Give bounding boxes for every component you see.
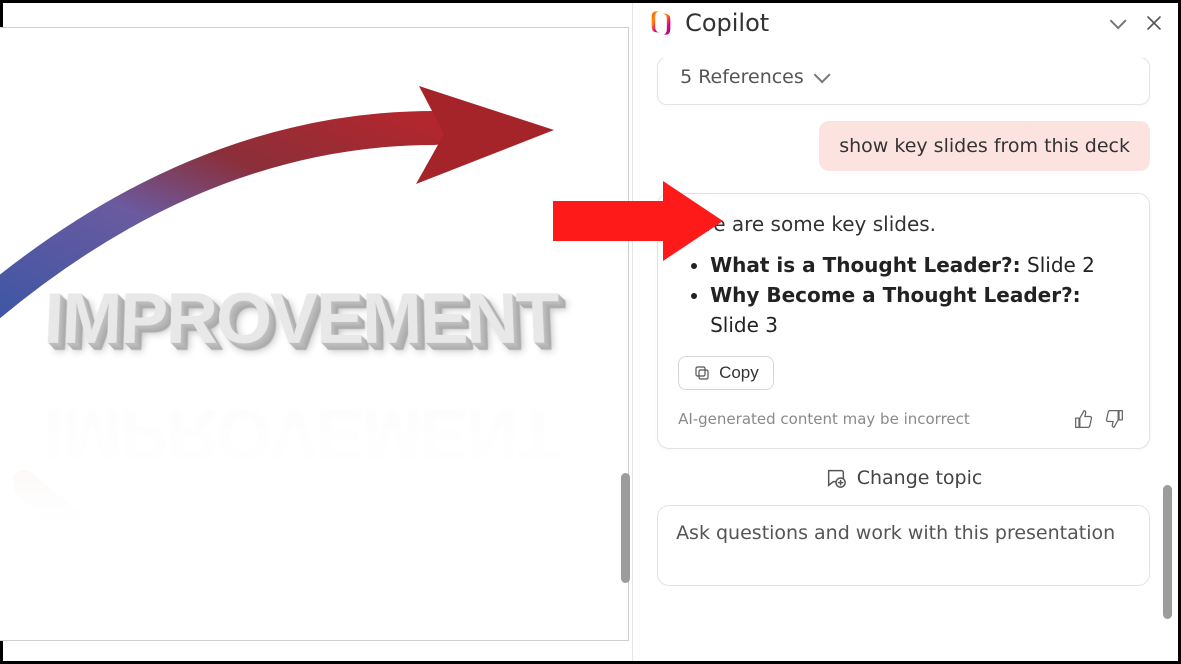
- copy-button[interactable]: Copy: [678, 356, 774, 390]
- references-label: 5 References: [680, 66, 804, 88]
- copilot-title: Copilot: [685, 9, 1092, 37]
- key-slide-title: What is a Thought Leader?:: [710, 253, 1021, 277]
- chevron-down-icon: [813, 66, 830, 83]
- copilot-pane: Copilot 5 References show key slides fro…: [633, 3, 1178, 661]
- ask-input-card[interactable]: Ask questions and work with this present…: [657, 505, 1150, 586]
- slide-headline: IMPROVEMENT: [2, 278, 600, 360]
- new-topic-icon: [825, 467, 847, 489]
- ai-disclaimer: AI-generated content may be incorrect: [678, 410, 970, 428]
- user-message-bubble: show key slides from this deck: [819, 121, 1150, 171]
- close-icon: [1146, 15, 1162, 31]
- references-toggle[interactable]: 5 References: [680, 66, 1127, 88]
- change-topic-label: Change topic: [857, 467, 983, 489]
- copy-label: Copy: [719, 363, 759, 383]
- slide-surface: IMPROVEMENT IMPROVEMENT: [0, 28, 628, 640]
- copilot-header: Copilot: [633, 3, 1178, 45]
- ai-intro-text: Here are some key slides.: [678, 212, 1129, 236]
- list-item: What is a Thought Leader?: Slide 2: [710, 250, 1129, 280]
- key-slide-ref: Slide 2: [1027, 253, 1095, 277]
- app-root: IMPROVEMENT IMPROVEMENT: [0, 0, 1181, 664]
- key-slide-title: Why Become a Thought Leader?:: [710, 283, 1081, 307]
- slide-scrollbar-thumb[interactable]: [621, 473, 630, 583]
- slide-pane: IMPROVEMENT IMPROVEMENT: [3, 3, 633, 661]
- copy-icon: [693, 364, 711, 382]
- key-slide-ref: Slide 3: [710, 313, 778, 337]
- copilot-body: 5 References show key slides from this d…: [633, 45, 1178, 661]
- slide-headline-text: IMPROVEMENT: [42, 279, 560, 360]
- chevron-down-icon: [1110, 12, 1127, 29]
- collapse-button[interactable]: [1102, 9, 1130, 37]
- ask-placeholder: Ask questions and work with this present…: [676, 522, 1115, 544]
- references-card: 5 References: [657, 57, 1150, 105]
- thumbs-down-icon: [1104, 409, 1124, 429]
- close-button[interactable]: [1140, 9, 1168, 37]
- ai-response-card: Here are some key slides. What is a Thou…: [657, 193, 1150, 449]
- thumbs-down-button[interactable]: [1099, 404, 1129, 434]
- ai-footer: AI-generated content may be incorrect: [678, 404, 1129, 434]
- key-slides-list: What is a Thought Leader?: Slide 2 Why B…: [678, 250, 1129, 340]
- thumbs-up-button[interactable]: [1069, 404, 1099, 434]
- floor-gradient: [0, 340, 628, 640]
- thumbs-up-icon: [1074, 409, 1094, 429]
- change-topic-button[interactable]: Change topic: [825, 467, 983, 489]
- list-item: Why Become a Thought Leader?: Slide 3: [710, 280, 1129, 340]
- copilot-scrollbar-thumb[interactable]: [1163, 485, 1172, 619]
- slide-canvas[interactable]: IMPROVEMENT IMPROVEMENT: [0, 27, 629, 641]
- slide-headline-reflection: IMPROVEMENT: [2, 393, 600, 475]
- copilot-logo-icon: [647, 9, 675, 37]
